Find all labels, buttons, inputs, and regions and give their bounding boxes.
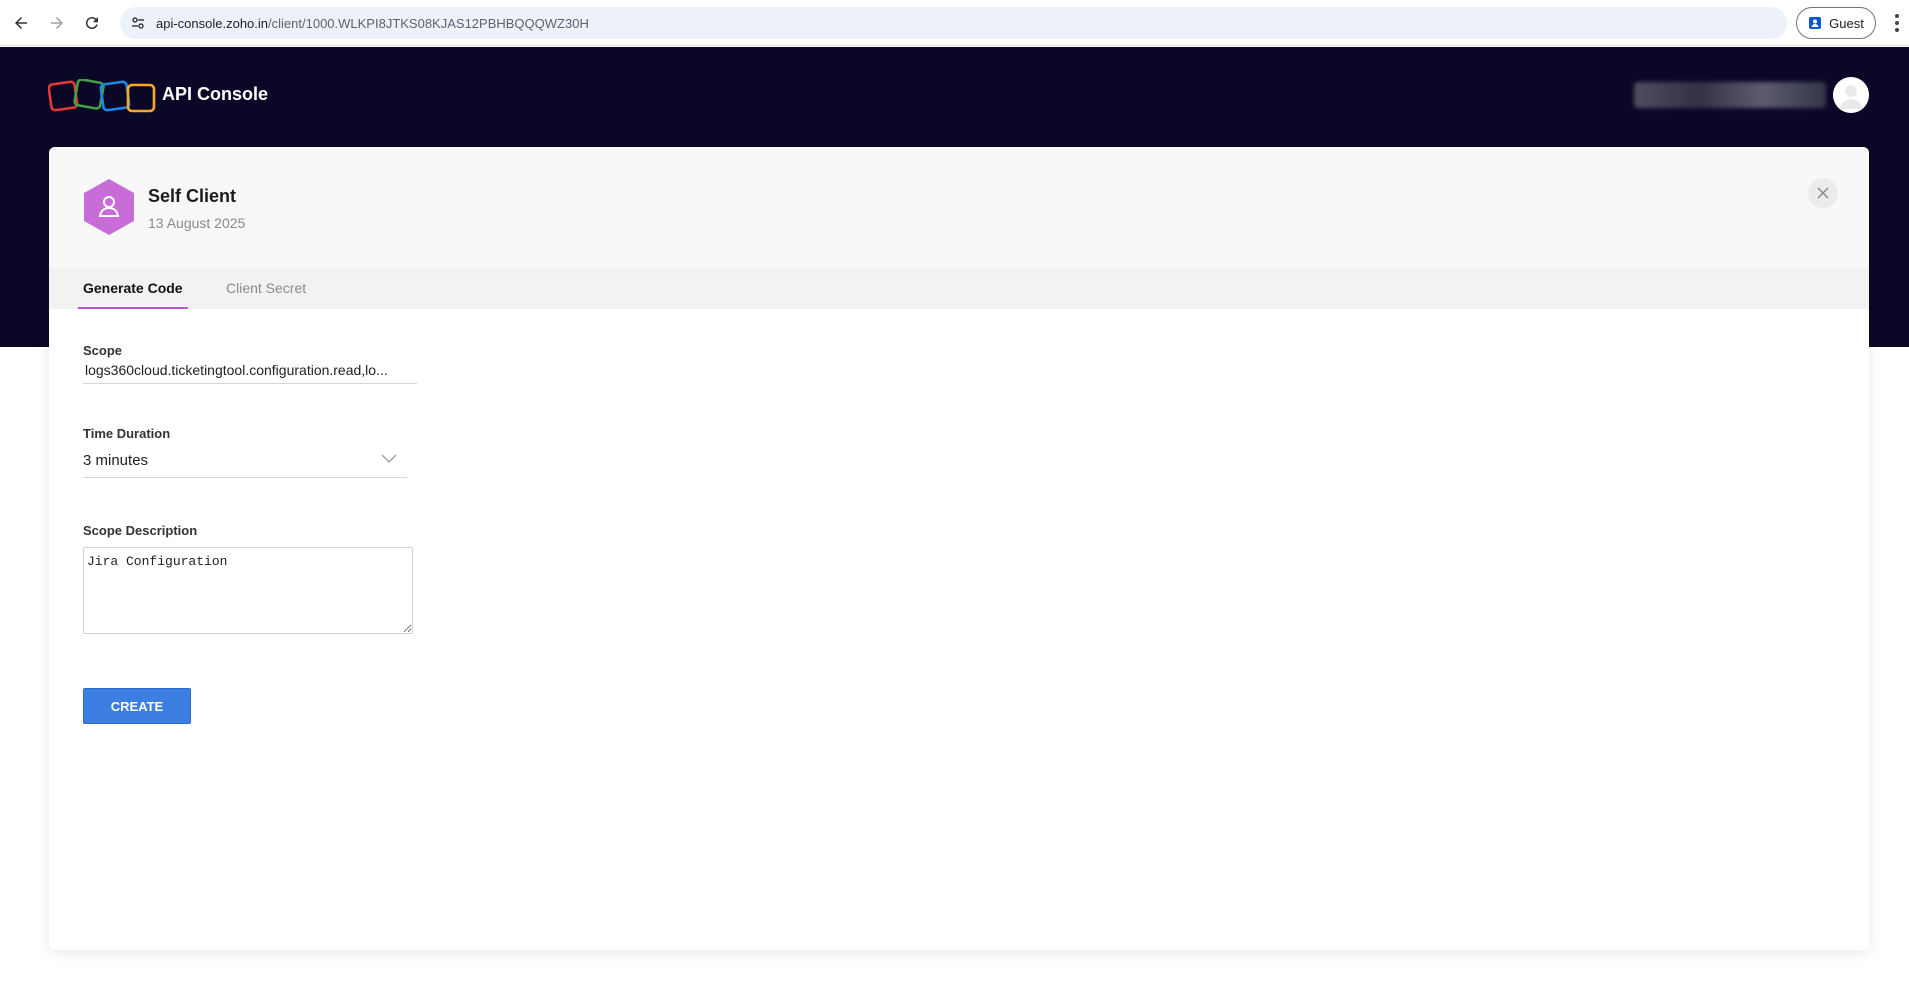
user-avatar[interactable] <box>1833 77 1869 113</box>
scope-input[interactable]: logs360cloud.ticketingtool.configuration… <box>83 362 417 384</box>
back-arrow-icon <box>15 17 27 29</box>
browser-toolbar: api-console.zoho.in/client/1000.WLKPI8JT… <box>0 0 1909 46</box>
url-text: api-console.zoho.in/client/1000.WLKPI8JT… <box>156 16 589 31</box>
avatar-icon <box>1833 77 1869 113</box>
reload-icon <box>85 17 98 30</box>
tab-bar: Generate Code Client Secret <box>49 268 1869 309</box>
url-path: /client/1000.WLKPI8JTKS08KJAS12PBHBQQQWZ… <box>268 15 589 31</box>
client-user-icon <box>84 179 134 235</box>
close-button[interactable] <box>1808 178 1838 208</box>
client-date: 13 August 2025 <box>148 215 246 231</box>
brand-title: API Console <box>162 84 269 104</box>
user-name-blurred <box>1634 82 1826 108</box>
back-button[interactable] <box>8 10 34 36</box>
profile-button[interactable]: Guest <box>1796 7 1876 39</box>
time-duration-select[interactable]: 3 minutes <box>83 448 407 478</box>
forward-button[interactable] <box>44 10 70 36</box>
profile-icon <box>1809 17 1822 29</box>
forward-arrow-icon <box>51 17 63 29</box>
url-host: api-console.zoho.in <box>156 15 269 31</box>
scope-label: Scope <box>83 343 123 358</box>
time-duration-label: Time Duration <box>83 426 171 441</box>
reload-button[interactable] <box>79 10 105 36</box>
chevron-down-icon <box>381 454 397 463</box>
card-header: Self Client 13 August 2025 <box>49 147 1869 268</box>
scope-description-textarea[interactable]: Jira Configuration <box>83 547 413 634</box>
zoho-logo <box>48 79 156 113</box>
browser-menu-icon[interactable] <box>1890 12 1904 34</box>
site-settings-icon[interactable] <box>128 13 148 33</box>
client-name: Self Client <box>148 186 237 206</box>
client-card: Self Client 13 August 2025 Generate Code… <box>49 147 1869 950</box>
profile-label: Guest <box>1829 15 1864 31</box>
scope-description-label: Scope Description <box>83 523 198 538</box>
address-bar[interactable]: api-console.zoho.in/client/1000.WLKPI8JT… <box>120 7 1787 39</box>
tab-generate-code[interactable]: Generate Code <box>78 280 188 309</box>
time-duration-value: 3 minutes <box>83 452 149 469</box>
close-icon <box>1817 187 1829 199</box>
tab-client-secret[interactable]: Client Secret <box>226 280 306 306</box>
create-button[interactable]: CREATE <box>83 688 191 724</box>
